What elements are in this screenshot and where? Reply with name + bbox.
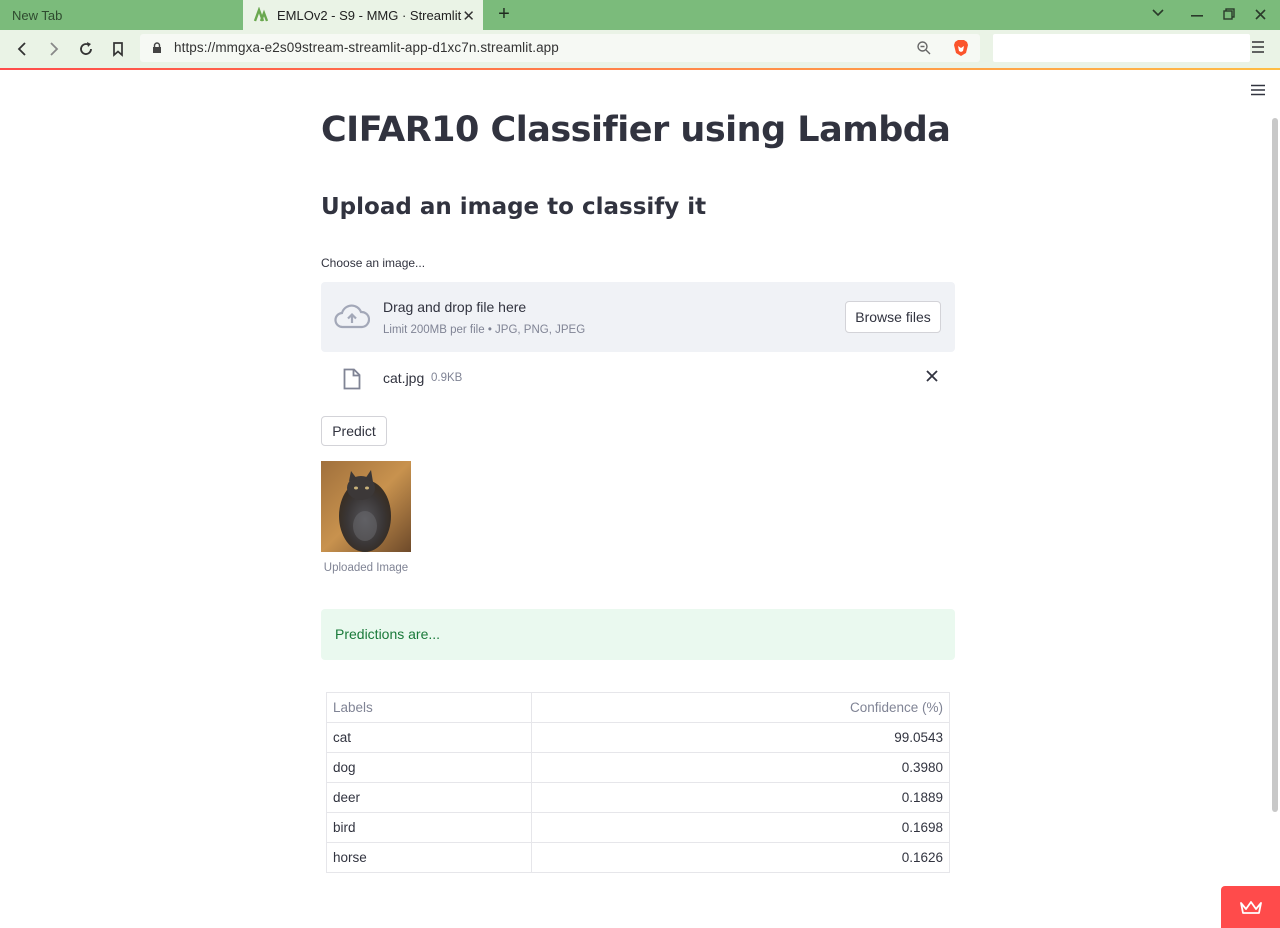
zoom-icon[interactable]	[916, 40, 932, 56]
close-window-icon[interactable]	[1255, 9, 1266, 20]
page-subtitle: Upload an image to classify it	[321, 194, 707, 220]
minimize-icon[interactable]	[1191, 14, 1203, 18]
table-row: horse 0.1626	[326, 842, 950, 873]
streamlit-favicon-icon	[253, 7, 269, 22]
file-dropzone[interactable]: Drag and drop file here Limit 200MB per …	[321, 282, 955, 352]
page-title: CIFAR10 Classifier using Lambda	[321, 110, 951, 150]
confidence-cell: 0.1698	[531, 812, 950, 843]
back-icon[interactable]	[12, 39, 32, 59]
success-alert: Predictions are...	[321, 609, 955, 660]
cloud-upload-icon	[334, 304, 370, 329]
url-text: https://mmgxa-e2s09stream-streamlit-app-…	[174, 40, 559, 55]
brave-shield-icon[interactable]	[952, 39, 970, 57]
lock-icon	[153, 42, 161, 53]
confidence-cell: 0.1889	[531, 782, 950, 813]
reload-icon[interactable]	[76, 39, 96, 59]
predict-button[interactable]: Predict	[321, 416, 387, 446]
uploaded-image	[321, 461, 411, 552]
close-tab-icon[interactable]: ✕	[462, 7, 475, 25]
uploader-label: Choose an image...	[321, 256, 426, 270]
column-header-labels[interactable]: Labels	[326, 692, 532, 723]
image-caption: Uploaded Image	[323, 562, 409, 574]
confidence-cell: 0.1626	[531, 842, 950, 873]
tab-label: EMLOv2 - S9 - MMG · Streamlit	[277, 7, 462, 23]
predictions-table: Labels Confidence (%) cat 99.0543 dog 0.…	[326, 692, 950, 873]
table-row: cat 99.0543	[326, 722, 950, 753]
browser-menu-icon[interactable]	[1251, 40, 1265, 54]
restore-icon[interactable]	[1223, 8, 1235, 20]
dropzone-limits: Limit 200MB per file • JPG, PNG, JPEG	[383, 324, 586, 336]
streamlit-badge[interactable]	[1221, 886, 1280, 928]
file-size: 0.9KB	[431, 372, 463, 384]
forward-icon[interactable]	[44, 39, 64, 59]
uploaded-file-row: cat.jpg 0.9KB	[321, 358, 955, 398]
label-cell: horse	[326, 842, 532, 873]
file-name: cat.jpg	[383, 370, 425, 386]
tab-label: New Tab	[12, 7, 63, 23]
address-bar[interactable]: https://mmgxa-e2s09stream-streamlit-app-…	[140, 34, 980, 62]
label-cell: deer	[326, 782, 532, 813]
bookmark-icon[interactable]	[108, 39, 128, 59]
column-header-confidence[interactable]: Confidence (%)	[531, 692, 950, 723]
app-menu-icon[interactable]	[1251, 84, 1265, 96]
tab-new-tab[interactable]: New Tab	[0, 0, 242, 30]
search-input[interactable]	[993, 34, 1250, 62]
crown-icon	[1240, 901, 1262, 914]
plus-icon[interactable]: +	[494, 4, 514, 24]
success-message: Predictions are...	[335, 626, 441, 642]
table-row: deer 0.1889	[326, 782, 950, 813]
browse-files-button[interactable]: Browse files	[845, 301, 941, 333]
confidence-cell: 99.0543	[531, 722, 950, 753]
chevron-down-icon[interactable]	[1152, 9, 1164, 17]
remove-file-icon[interactable]	[925, 369, 939, 383]
tab-bar: New Tab EMLOv2 - S9 - MMG · Streamlit ✕ …	[0, 0, 1280, 30]
confidence-cell: 0.3980	[531, 752, 950, 783]
label-cell: bird	[326, 812, 532, 843]
table-row: dog 0.3980	[326, 752, 950, 783]
table-row: bird 0.1698	[326, 812, 950, 843]
label-cell: cat	[326, 722, 532, 753]
file-icon	[343, 368, 361, 390]
table-header-row: Labels Confidence (%)	[326, 692, 950, 723]
scrollbar[interactable]	[1272, 118, 1278, 812]
dropzone-title: Drag and drop file here	[383, 299, 527, 315]
label-cell: dog	[326, 752, 532, 783]
streamlit-decoration-bar	[0, 68, 1280, 70]
tab-streamlit[interactable]: EMLOv2 - S9 - MMG · Streamlit ✕	[243, 0, 483, 30]
